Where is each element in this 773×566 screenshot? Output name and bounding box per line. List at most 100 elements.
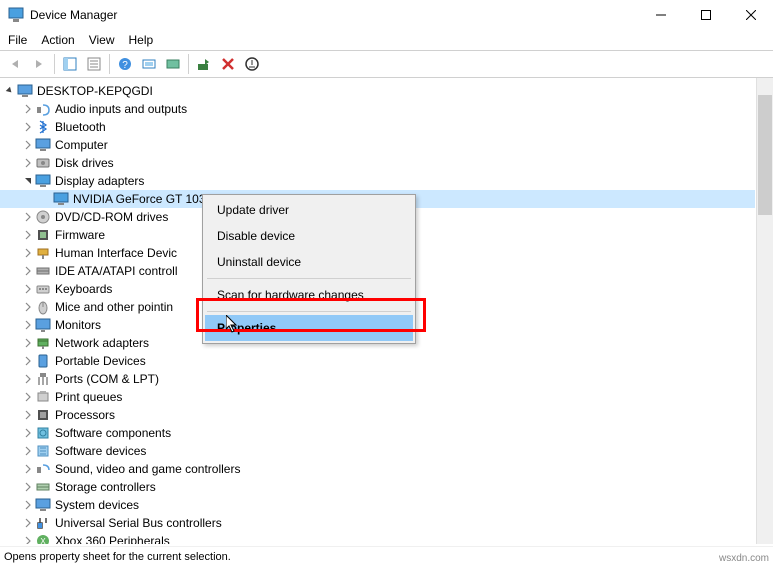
- gpu-icon: [53, 191, 69, 207]
- tree-item-label: Disk drives: [55, 156, 114, 170]
- ctx-scan-hardware[interactable]: Scan for hardware changes: [205, 282, 413, 308]
- ctx-properties[interactable]: Properties: [205, 315, 413, 341]
- tree-item-label: Bluetooth: [55, 120, 106, 134]
- tree-item[interactable]: Audio inputs and outputs: [0, 100, 755, 118]
- tree-item-label: Mice and other pointin: [55, 300, 173, 314]
- tree-item[interactable]: System devices: [0, 496, 755, 514]
- expand-icon[interactable]: [22, 283, 34, 295]
- device-category-icon: [35, 263, 51, 279]
- tree-item-label: NVIDIA GeForce GT 1030: [73, 192, 212, 206]
- tree-item-label: System devices: [55, 498, 139, 512]
- menu-file[interactable]: File: [8, 33, 27, 47]
- tree-item[interactable]: Software devices: [0, 442, 755, 460]
- menu-action[interactable]: Action: [41, 33, 74, 47]
- expand-icon[interactable]: [22, 103, 34, 115]
- tree-item-label: Processors: [55, 408, 115, 422]
- tree-item[interactable]: Universal Serial Bus controllers: [0, 514, 755, 532]
- expand-icon[interactable]: [22, 355, 34, 367]
- scan-tb-button[interactable]: [138, 53, 160, 75]
- statusbar: Opens property sheet for the current sel…: [0, 546, 773, 566]
- device-category-icon: [35, 425, 51, 441]
- device-category-icon: [35, 353, 51, 369]
- expand-icon[interactable]: [22, 445, 34, 457]
- expand-icon[interactable]: [22, 229, 34, 241]
- ctx-disable-device[interactable]: Disable device: [205, 223, 413, 249]
- tree-item[interactable]: Portable Devices: [0, 352, 755, 370]
- tree-item[interactable]: Bluetooth: [0, 118, 755, 136]
- show-hide-button[interactable]: [59, 53, 81, 75]
- tree-item-label: Sound, video and game controllers: [55, 462, 240, 476]
- tree-item[interactable]: Sound, video and game controllers: [0, 460, 755, 478]
- tree-item-label: IDE ATA/ATAPI controll: [55, 264, 177, 278]
- back-button[interactable]: [4, 53, 26, 75]
- expand-icon[interactable]: [22, 139, 34, 151]
- forward-button[interactable]: [28, 53, 50, 75]
- device-category-icon: [35, 137, 51, 153]
- expand-icon[interactable]: [22, 517, 34, 529]
- expand-icon[interactable]: [22, 535, 34, 544]
- tree-item[interactable]: Display adapters: [0, 172, 755, 190]
- help-tb-button[interactable]: ?: [114, 53, 136, 75]
- uninstall-tb-button[interactable]: [217, 53, 239, 75]
- maximize-button[interactable]: [683, 0, 728, 30]
- expand-icon[interactable]: [22, 319, 34, 331]
- expand-icon[interactable]: [22, 337, 34, 349]
- tree-item-label: Audio inputs and outputs: [55, 102, 187, 116]
- tree-item[interactable]: Print queues: [0, 388, 755, 406]
- tree-item[interactable]: XXbox 360 Peripherals: [0, 532, 755, 544]
- expand-icon[interactable]: [22, 301, 34, 313]
- expand-icon[interactable]: [22, 373, 34, 385]
- tree-item-label: DVD/CD-ROM drives: [55, 210, 168, 224]
- device-category-icon: [35, 155, 51, 171]
- properties-tb-button[interactable]: [83, 53, 105, 75]
- minimize-button[interactable]: [638, 0, 683, 30]
- tree-item[interactable]: Computer: [0, 136, 755, 154]
- expand-icon[interactable]: [22, 175, 34, 187]
- watermark: wsxdn.com: [719, 553, 769, 564]
- tree-item-label: Software devices: [55, 444, 146, 458]
- expand-icon[interactable]: [22, 121, 34, 133]
- ctx-uninstall-device[interactable]: Uninstall device: [205, 249, 413, 275]
- tree-item-label: Print queues: [55, 390, 122, 404]
- expand-icon[interactable]: [22, 157, 34, 169]
- tree-item-label: Ports (COM & LPT): [55, 372, 159, 386]
- scroll-thumb[interactable]: [758, 95, 772, 215]
- device-category-icon: [35, 173, 51, 189]
- expand-icon[interactable]: [22, 265, 34, 277]
- collapse-icon[interactable]: [4, 85, 16, 97]
- computer-icon: [17, 83, 33, 99]
- device-category-icon: [35, 461, 51, 477]
- status-text: Opens property sheet for the current sel…: [4, 551, 231, 563]
- tree-item[interactable]: Ports (COM & LPT): [0, 370, 755, 388]
- expand-icon[interactable]: [22, 427, 34, 439]
- expand-icon[interactable]: [22, 391, 34, 403]
- tree-item[interactable]: Software components: [0, 424, 755, 442]
- disable-tb-button[interactable]: [241, 53, 263, 75]
- enable-tb-button[interactable]: [193, 53, 215, 75]
- expand-icon[interactable]: [22, 211, 34, 223]
- tree-root[interactable]: DESKTOP-KEPQGDI: [0, 82, 755, 100]
- ctx-update-driver[interactable]: Update driver: [205, 197, 413, 223]
- tree-item-label: Portable Devices: [55, 354, 146, 368]
- device-category-icon: [35, 227, 51, 243]
- close-button[interactable]: [728, 0, 773, 30]
- expand-icon[interactable]: [22, 499, 34, 511]
- tree-item[interactable]: Processors: [0, 406, 755, 424]
- update-tb-button[interactable]: [162, 53, 184, 75]
- svg-text:?: ?: [122, 60, 128, 71]
- app-icon: [8, 7, 24, 23]
- expand-icon[interactable]: [22, 463, 34, 475]
- device-category-icon: [35, 101, 51, 117]
- menu-view[interactable]: View: [89, 33, 115, 47]
- vertical-scrollbar[interactable]: [756, 78, 773, 544]
- tree-item[interactable]: Storage controllers: [0, 478, 755, 496]
- expand-icon[interactable]: [22, 409, 34, 421]
- tree-root-label: DESKTOP-KEPQGDI: [37, 84, 153, 98]
- tree-item[interactable]: Disk drives: [0, 154, 755, 172]
- menu-help[interactable]: Help: [129, 33, 154, 47]
- expand-icon[interactable]: [22, 481, 34, 493]
- device-category-icon: [35, 515, 51, 531]
- device-category-icon: [35, 371, 51, 387]
- expand-icon[interactable]: [22, 247, 34, 259]
- tree-item-label: Universal Serial Bus controllers: [55, 516, 222, 530]
